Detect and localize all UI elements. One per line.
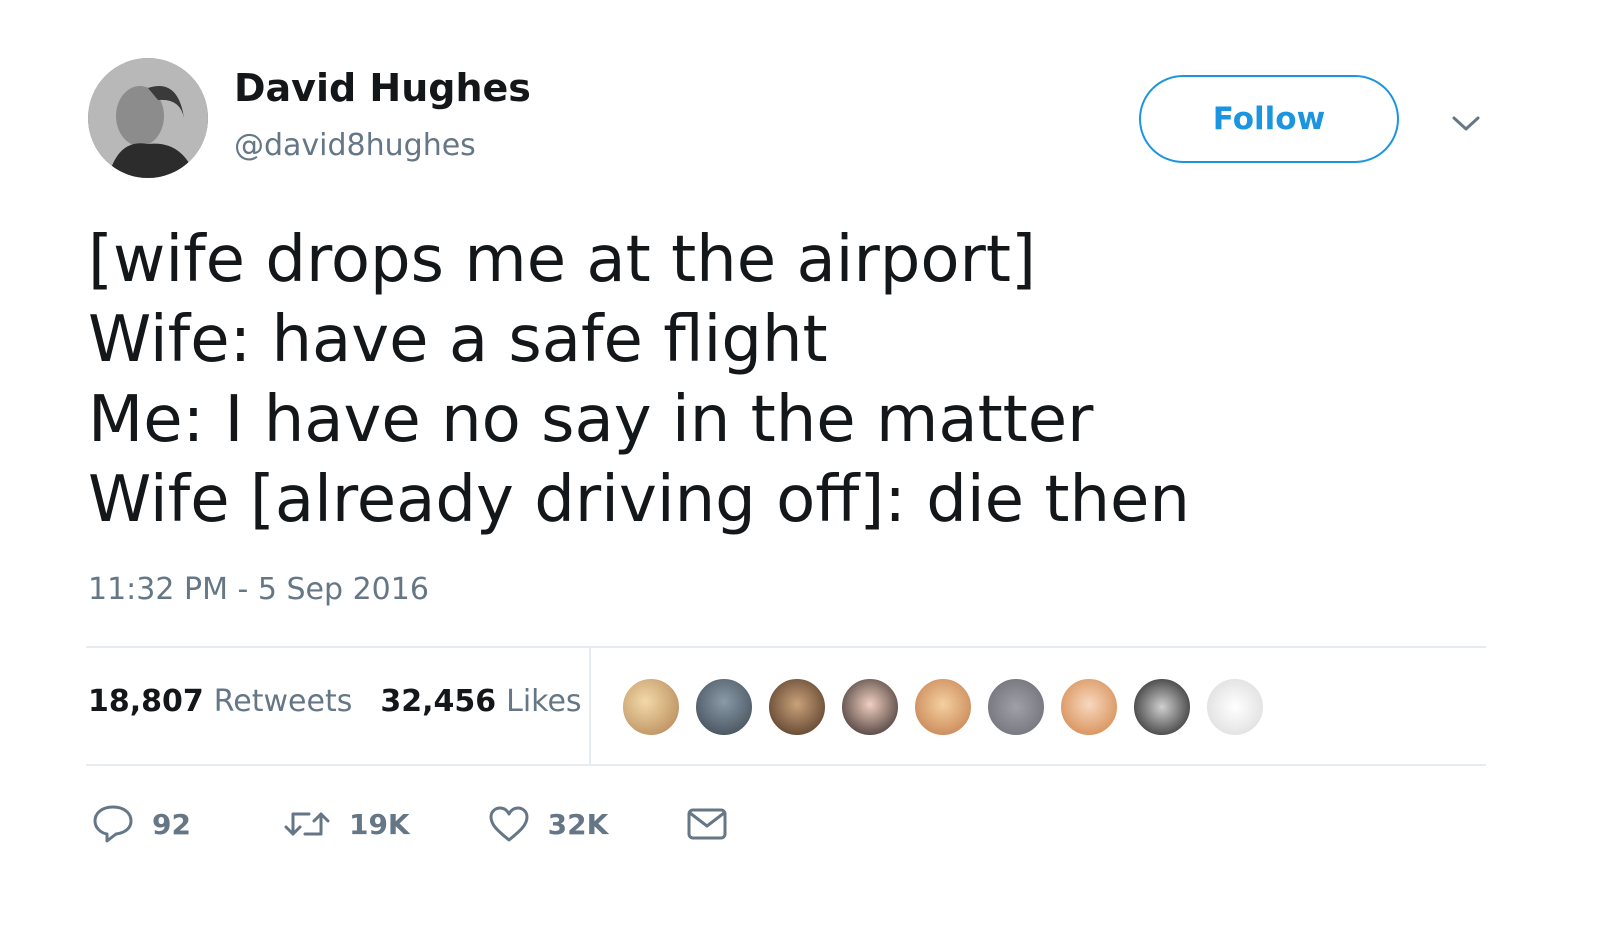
reply-icon <box>93 805 133 843</box>
retweets-label: Retweets <box>213 684 353 719</box>
liker-avatar[interactable] <box>1132 677 1192 737</box>
tweet-actions: 92 19K 32K <box>92 800 728 848</box>
liker-avatar[interactable] <box>840 677 900 737</box>
stats-divider <box>589 648 591 764</box>
liker-avatar[interactable] <box>621 677 681 737</box>
retweet-icon <box>284 812 330 836</box>
tweet-line: [wife drops me at the airport] <box>88 223 1036 297</box>
likes-label: Likes <box>506 684 582 719</box>
reply-count: 92 <box>152 807 191 841</box>
liker-avatar[interactable] <box>986 677 1046 737</box>
likes-stat[interactable]: 32,456 Likes <box>380 684 581 719</box>
liker-avatar[interactable] <box>1205 677 1265 737</box>
retweets-stat[interactable]: 18,807 Retweets <box>88 684 352 719</box>
avatar-photo-icon <box>88 58 208 178</box>
tweet-timestamp[interactable]: 11:32 PM - 5 Sep 2016 <box>88 572 429 607</box>
reply-button[interactable]: 92 <box>92 804 191 844</box>
tweet-line: Wife: have a safe flight <box>88 303 828 377</box>
author-handle[interactable]: @david8hughes <box>234 128 476 163</box>
heart-icon <box>489 806 529 842</box>
tweet-stats: 18,807 Retweets 32,456 Likes <box>88 684 582 719</box>
direct-message-button[interactable] <box>686 807 728 841</box>
follow-button[interactable]: Follow <box>1139 75 1399 163</box>
envelope-icon <box>687 808 727 840</box>
tweet-text: [wife drops me at the airport] Wife: hav… <box>88 220 1488 540</box>
liker-avatar[interactable] <box>694 677 754 737</box>
divider <box>86 764 1486 766</box>
author-avatar[interactable] <box>88 58 208 178</box>
retweets-count: 18,807 <box>88 684 204 719</box>
chevron-down-icon <box>1452 116 1480 131</box>
like-button[interactable]: 32K <box>488 805 609 843</box>
like-count: 32K <box>547 807 609 841</box>
retweet-count: 19K <box>348 807 410 841</box>
tweet-line: Wife [already driving off]: die then <box>88 463 1190 537</box>
author-name[interactable]: David Hughes <box>234 66 531 110</box>
liker-avatar[interactable] <box>913 677 973 737</box>
liker-avatars <box>621 677 1265 737</box>
retweet-button[interactable]: 19K <box>283 806 410 842</box>
tweet-line: Me: I have no say in the matter <box>88 383 1094 457</box>
liker-avatar[interactable] <box>1059 677 1119 737</box>
liker-avatar[interactable] <box>767 677 827 737</box>
likes-count: 32,456 <box>380 684 497 719</box>
more-options-button[interactable] <box>1446 104 1486 144</box>
divider <box>86 646 1486 648</box>
